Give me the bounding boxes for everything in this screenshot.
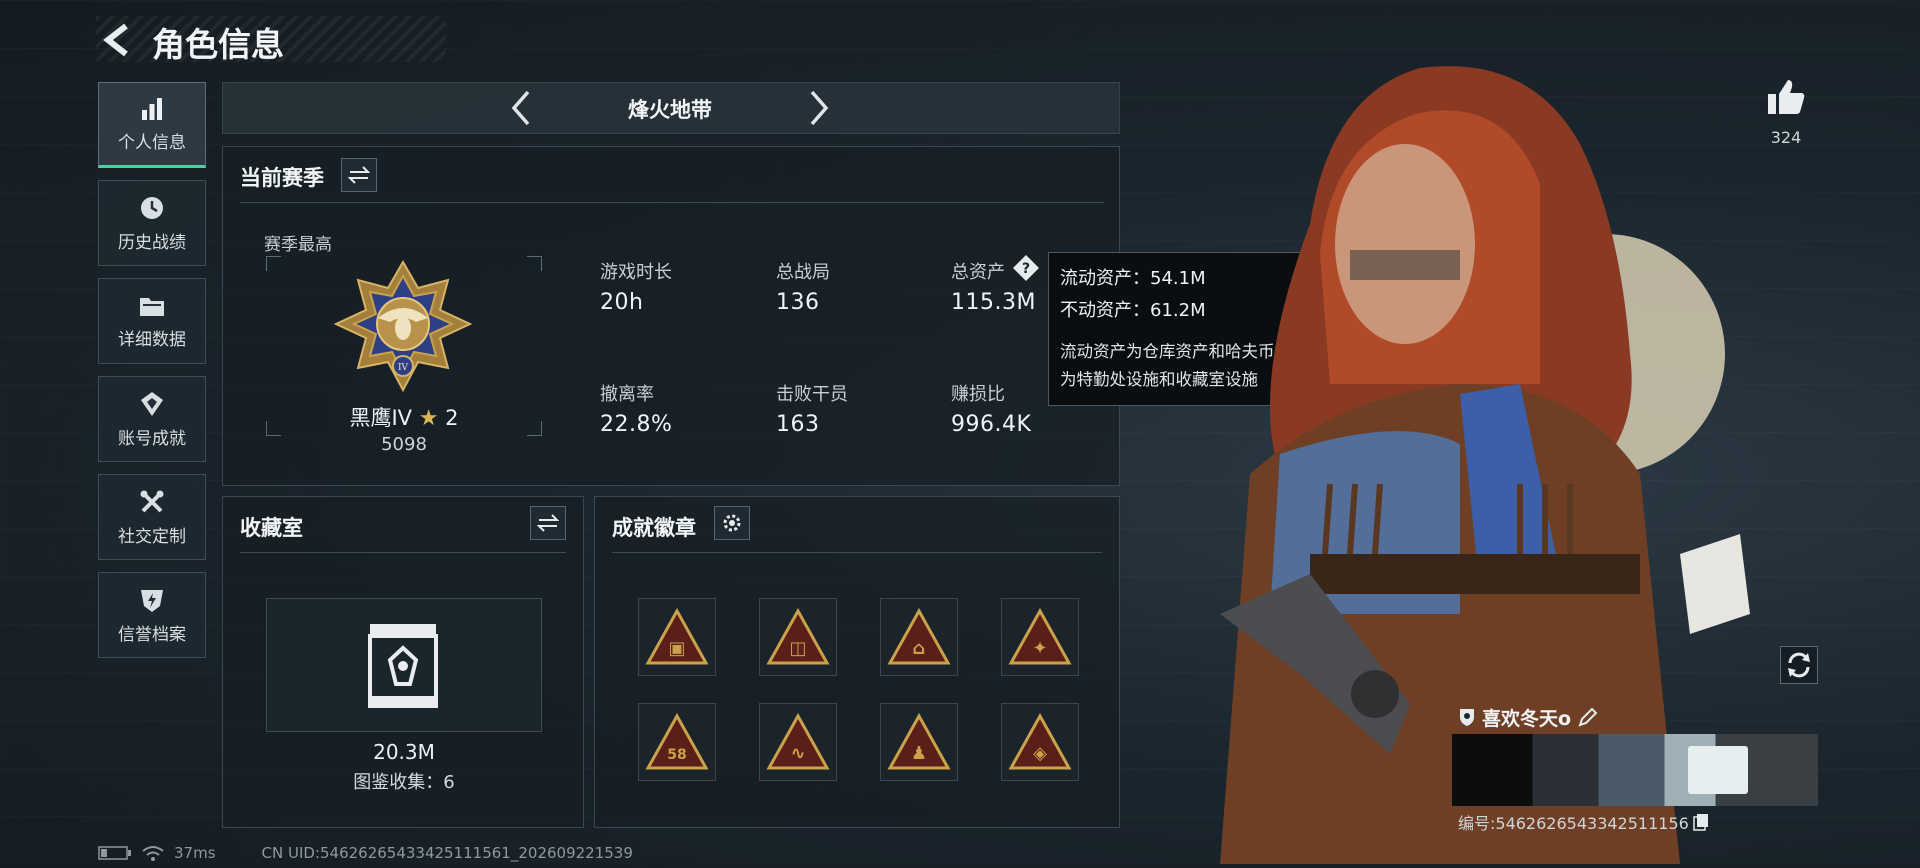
refresh-button[interactable] — [1780, 646, 1818, 684]
player-name-row: 喜欢冬天o — [1458, 702, 1758, 732]
copy-icon[interactable] — [1693, 813, 1709, 831]
svg-text:◈: ◈ — [1033, 743, 1047, 764]
svg-text:58: 58 — [667, 747, 686, 763]
svg-text:▣: ▣ — [668, 638, 685, 659]
stat-value: 996.4K — [951, 412, 1032, 437]
stat-label: 击败干员 — [776, 384, 848, 405]
rank-name-row: 黑鹰IV ★ 2 — [266, 402, 542, 432]
sidebar-item-label: 详细数据 — [118, 329, 186, 350]
sidebar-item-label: 历史战绩 — [118, 232, 186, 253]
divider — [240, 202, 1104, 203]
svg-text:⌂: ⌂ — [913, 638, 926, 659]
back-arrow-icon — [103, 23, 128, 57]
season-best-label: 赛季最高 — [264, 235, 332, 255]
help-icon[interactable]: ? — [1012, 254, 1040, 282]
stat-label: 游戏时长 — [600, 262, 672, 283]
sidebar-item-personal-info[interactable]: 个人信息 — [98, 82, 206, 168]
edit-icon[interactable] — [1577, 706, 1599, 728]
rank-name: 黑鹰IV — [349, 406, 413, 430]
display-case-icon — [366, 622, 440, 710]
stat-label: 撤离率 — [600, 384, 654, 405]
sidebar-item-achievements[interactable]: 账号成就 — [98, 376, 206, 462]
sidebar-item-history[interactable]: 历史战绩 — [98, 180, 206, 266]
achievements-settings-button[interactable] — [714, 506, 750, 540]
wifi-icon — [142, 846, 164, 861]
stat-value: 115.3M — [951, 290, 1036, 315]
collection-switch-button[interactable] — [530, 506, 566, 540]
mode-next-button[interactable] — [802, 88, 834, 128]
sidebar-item-credit[interactable]: 信誉档案 — [98, 572, 206, 658]
player-id-text: 编号:5462626543342511156 — [1458, 814, 1689, 833]
swap-icon — [537, 514, 559, 532]
rank-score: 5098 — [381, 434, 427, 455]
clock-icon — [141, 196, 163, 219]
collection-value: 20.3M — [373, 740, 435, 764]
svg-text:✦: ✦ — [1032, 638, 1047, 659]
svg-text:?: ? — [1022, 261, 1030, 277]
svg-text:IV: IV — [398, 363, 409, 373]
badge-canister-icon[interactable]: ◫ — [759, 598, 837, 676]
shield-icon — [141, 589, 163, 612]
stat-value: 136 — [776, 290, 820, 315]
wrench-icon — [140, 490, 164, 512]
stat-value: 22.8% — [600, 412, 673, 437]
folder-icon — [140, 297, 164, 316]
shield-badge-icon — [1460, 709, 1474, 726]
sidebar-item-social[interactable]: 社交定制 — [98, 474, 206, 560]
stat-label: 赚损比 — [951, 384, 1005, 405]
swap-icon — [348, 166, 370, 184]
mode-label: 烽火地带 — [628, 98, 712, 122]
stat-label: 总资产 — [951, 262, 1005, 283]
sidebar-item-detailed-data[interactable]: 详细数据 — [98, 278, 206, 364]
thumbs-up-icon — [1768, 80, 1805, 114]
season-switch-button[interactable] — [341, 158, 377, 192]
badge-fish-icon[interactable]: ∿ — [759, 703, 837, 781]
divider — [612, 552, 1102, 553]
ping-value: 37ms — [174, 844, 216, 862]
rank-stars: 2 — [445, 406, 459, 430]
mode-prev-button[interactable] — [506, 88, 538, 128]
svg-text:◫: ◫ — [789, 638, 806, 659]
season-title: 当前赛季 — [240, 166, 324, 190]
status-bar: 37ms CN UID:546262654334251115​61_202609… — [98, 843, 998, 863]
player-banner[interactable] — [1452, 734, 1818, 806]
achievements-title: 成就徽章 — [612, 516, 696, 540]
banner-laptop-icon — [1688, 746, 1748, 794]
badge-sitting-icon[interactable]: ♟ — [880, 703, 958, 781]
stat-value: 20h — [600, 290, 644, 315]
svg-text:∿: ∿ — [790, 743, 805, 764]
like-button[interactable] — [1766, 78, 1806, 116]
trophy-icon — [141, 391, 163, 416]
collection-title: 收藏室 — [240, 516, 303, 540]
sidebar-item-label: 信誉档案 — [118, 624, 186, 645]
player-name: 喜欢冬天o — [1482, 707, 1572, 730]
badge-camp-icon[interactable]: ⌂ — [880, 598, 958, 676]
badge-gem-icon[interactable]: ◈ — [1001, 703, 1079, 781]
player-id: 编号:5462626543342511156 — [1458, 810, 1709, 834]
sidebar-item-label: 社交定制 — [118, 526, 186, 547]
badge-crate-icon[interactable]: ▣ — [638, 598, 716, 676]
sidebar-item-label: 账号成就 — [118, 428, 186, 449]
collection-count: 图鉴收集：6 — [353, 772, 455, 793]
gear-icon — [723, 514, 741, 532]
sidebar-item-label: 个人信息 — [118, 132, 186, 153]
divider — [240, 552, 566, 553]
svg-text:♟: ♟ — [911, 743, 927, 764]
bar-chart-icon — [142, 97, 162, 120]
refresh-icon — [1788, 652, 1810, 678]
battery-icon — [98, 846, 131, 860]
badge-58-icon[interactable]: 58 — [638, 703, 716, 781]
stat-value: 163 — [776, 412, 820, 437]
like-count: 324 — [1770, 128, 1802, 147]
page-title: 角色信息 — [152, 25, 284, 64]
badge-runner-icon[interactable]: ✦ — [1001, 598, 1079, 676]
chevron-right-icon — [810, 90, 829, 126]
uid-text: CN UID:546262654334251115​61_20260922153… — [261, 844, 633, 862]
chevron-left-icon — [511, 90, 530, 126]
stat-label: 总战局 — [776, 262, 830, 283]
rank-emblem-icon: IV — [330, 258, 476, 396]
star-icon: ★ — [418, 406, 439, 431]
back-button[interactable] — [98, 20, 134, 60]
